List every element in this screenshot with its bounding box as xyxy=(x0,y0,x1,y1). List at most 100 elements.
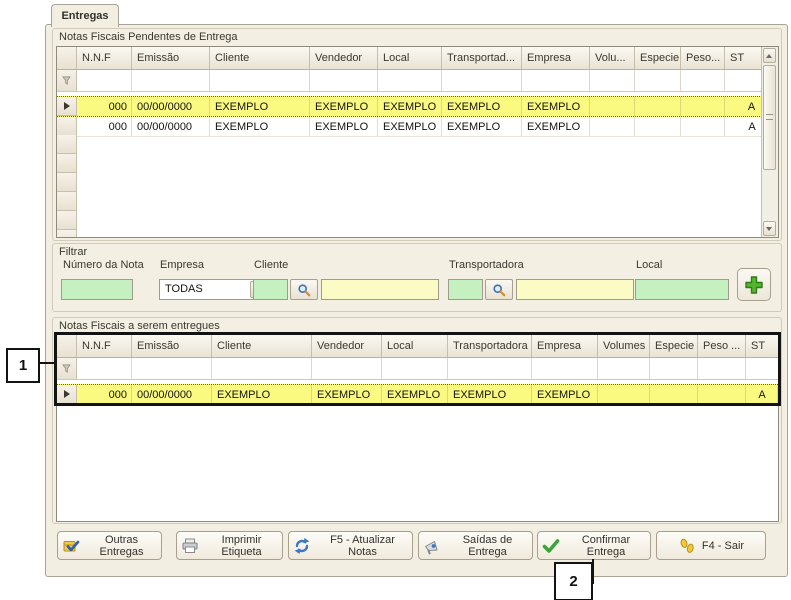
column-header-nnf[interactable]: N.N.F xyxy=(77,47,132,69)
column-header-local[interactable]: Local xyxy=(378,47,442,69)
filter-cell[interactable] xyxy=(532,358,598,379)
scroll-down-button[interactable] xyxy=(763,221,776,236)
column-header-especie[interactable]: Especie xyxy=(650,335,698,357)
cell-transportadora: EXEMPLO xyxy=(442,117,522,136)
tab-label: Entregas xyxy=(61,10,108,22)
filter-cell[interactable] xyxy=(132,70,210,91)
column-header-empresa[interactable]: Empresa xyxy=(532,335,598,357)
check-icon xyxy=(542,537,560,555)
vertical-scrollbar[interactable] xyxy=(761,47,778,237)
filter-cell[interactable] xyxy=(77,358,132,379)
filter-cell[interactable] xyxy=(378,70,442,91)
column-header-emissao[interactable]: Emissão xyxy=(132,47,210,69)
f4-sair-button[interactable]: F4 - Sair xyxy=(656,531,766,560)
header-row: N.N.F Emissão Cliente Vendedor Local Tra… xyxy=(57,335,778,358)
cell-especie xyxy=(635,97,681,116)
cliente-code-input[interactable] xyxy=(253,279,288,300)
filter-cell[interactable] xyxy=(132,358,212,379)
cell-volumes xyxy=(590,97,635,116)
filter-row xyxy=(57,70,778,92)
filter-cell[interactable] xyxy=(442,70,522,91)
column-header-cliente[interactable]: Cliente xyxy=(210,47,310,69)
filter-cell[interactable] xyxy=(598,358,650,379)
column-header-vendedor[interactable]: Vendedor xyxy=(310,47,378,69)
cell-vendedor: EXEMPLO xyxy=(312,385,382,404)
cell-peso xyxy=(681,97,725,116)
column-header-st[interactable]: ST xyxy=(746,335,778,357)
filter-cell[interactable] xyxy=(698,358,746,379)
filter-cell[interactable] xyxy=(212,358,312,379)
filter-row xyxy=(57,358,778,380)
cell-nnf: 000 xyxy=(77,117,132,136)
column-header-emissao[interactable]: Emissão xyxy=(132,335,212,357)
cell-emissao: 00/00/0000 xyxy=(132,385,212,404)
column-header-peso[interactable]: Peso ... xyxy=(698,335,746,357)
empresa-selected-value: TODAS xyxy=(165,283,203,295)
column-header-transportadora[interactable]: Transportadora xyxy=(448,335,532,357)
scroll-up-button[interactable] xyxy=(763,48,776,63)
filter-cell[interactable] xyxy=(448,358,532,379)
column-header-peso[interactable]: Peso... xyxy=(681,47,725,69)
tab-entregas[interactable]: Entregas xyxy=(51,4,119,27)
add-button[interactable] xyxy=(737,268,771,301)
row-indicator xyxy=(57,97,77,116)
pending-notes-group-title: Notas Fiscais Pendentes de Entrega xyxy=(59,31,238,43)
cell-cliente: EXEMPLO xyxy=(212,385,312,404)
empty-row-indicators xyxy=(57,135,77,238)
filter-cell[interactable] xyxy=(635,70,681,91)
column-header-volumes[interactable]: Volumes xyxy=(598,335,650,357)
cell-peso xyxy=(681,117,725,136)
f5-atualizar-notas-button[interactable]: F5 - Atualizar Notas xyxy=(288,531,413,560)
column-header-nnf[interactable]: N.N.F xyxy=(77,335,132,357)
search-icon xyxy=(492,283,506,297)
row-indicator xyxy=(57,117,77,136)
column-header-vendedor[interactable]: Vendedor xyxy=(312,335,382,357)
cell-local: EXEMPLO xyxy=(378,117,442,136)
filter-cell[interactable] xyxy=(210,70,310,91)
transportadora-label: Transportadora xyxy=(449,259,524,271)
imprimir-etiqueta-button[interactable]: Imprimir Etiqueta xyxy=(176,531,283,560)
numero-da-nota-input[interactable] xyxy=(61,279,133,300)
cell-local: EXEMPLO xyxy=(382,385,448,404)
transportadora-search-button[interactable] xyxy=(485,279,513,300)
transportadora-code-input[interactable] xyxy=(448,279,483,300)
cell-volumes xyxy=(590,117,635,136)
cliente-name-input[interactable] xyxy=(321,279,439,300)
cliente-search-button[interactable] xyxy=(290,279,318,300)
callout-1-label: 1 xyxy=(19,357,27,374)
column-header-especie[interactable]: Especie xyxy=(635,47,681,69)
column-header-volumes[interactable]: Volu... xyxy=(590,47,635,69)
local-input[interactable] xyxy=(635,279,729,300)
filter-cell[interactable] xyxy=(382,358,448,379)
table-row[interactable]: 000 00/00/0000 EXEMPLO EXEMPLO EXEMPLO E… xyxy=(57,117,778,137)
filter-row-indicator[interactable] xyxy=(57,358,77,379)
table-row[interactable]: 000 00/00/0000 EXEMPLO EXEMPLO EXEMPLO E… xyxy=(57,96,778,117)
column-header-transportadora[interactable]: Transportad... xyxy=(442,47,522,69)
funnel-icon xyxy=(62,364,71,373)
header-row: N.N.F Emissão Cliente Vendedor Local Tra… xyxy=(57,47,778,70)
cell-especie xyxy=(650,385,698,404)
column-header-cliente[interactable]: Cliente xyxy=(212,335,312,357)
column-header-local[interactable]: Local xyxy=(382,335,448,357)
filter-cell[interactable] xyxy=(522,70,590,91)
filter-cell[interactable] xyxy=(310,70,378,91)
filter-cell[interactable] xyxy=(681,70,725,91)
search-icon xyxy=(297,283,311,297)
filter-cell[interactable] xyxy=(590,70,635,91)
cell-especie xyxy=(635,117,681,136)
scroll-grip xyxy=(766,114,773,120)
filter-cell[interactable] xyxy=(650,358,698,379)
confirmar-entrega-button[interactable]: Confirmar Entrega xyxy=(537,531,651,560)
button-label: Saídas de Entrega xyxy=(447,534,528,558)
table-row[interactable]: 000 00/00/0000 EXEMPLO EXEMPLO EXEMPLO E… xyxy=(57,384,778,405)
filter-row-indicator[interactable] xyxy=(57,70,77,91)
cell-transportadora: EXEMPLO xyxy=(442,97,522,116)
scroll-thumb[interactable] xyxy=(763,65,776,170)
outras-entregas-button[interactable]: Outras Entregas xyxy=(57,531,162,560)
filter-cell[interactable] xyxy=(312,358,382,379)
filter-cell[interactable] xyxy=(746,358,778,379)
transportadora-name-input[interactable] xyxy=(516,279,634,300)
column-header-empresa[interactable]: Empresa xyxy=(522,47,590,69)
filter-cell[interactable] xyxy=(77,70,132,91)
saidas-de-entrega-button[interactable]: Saídas de Entrega xyxy=(418,531,533,560)
